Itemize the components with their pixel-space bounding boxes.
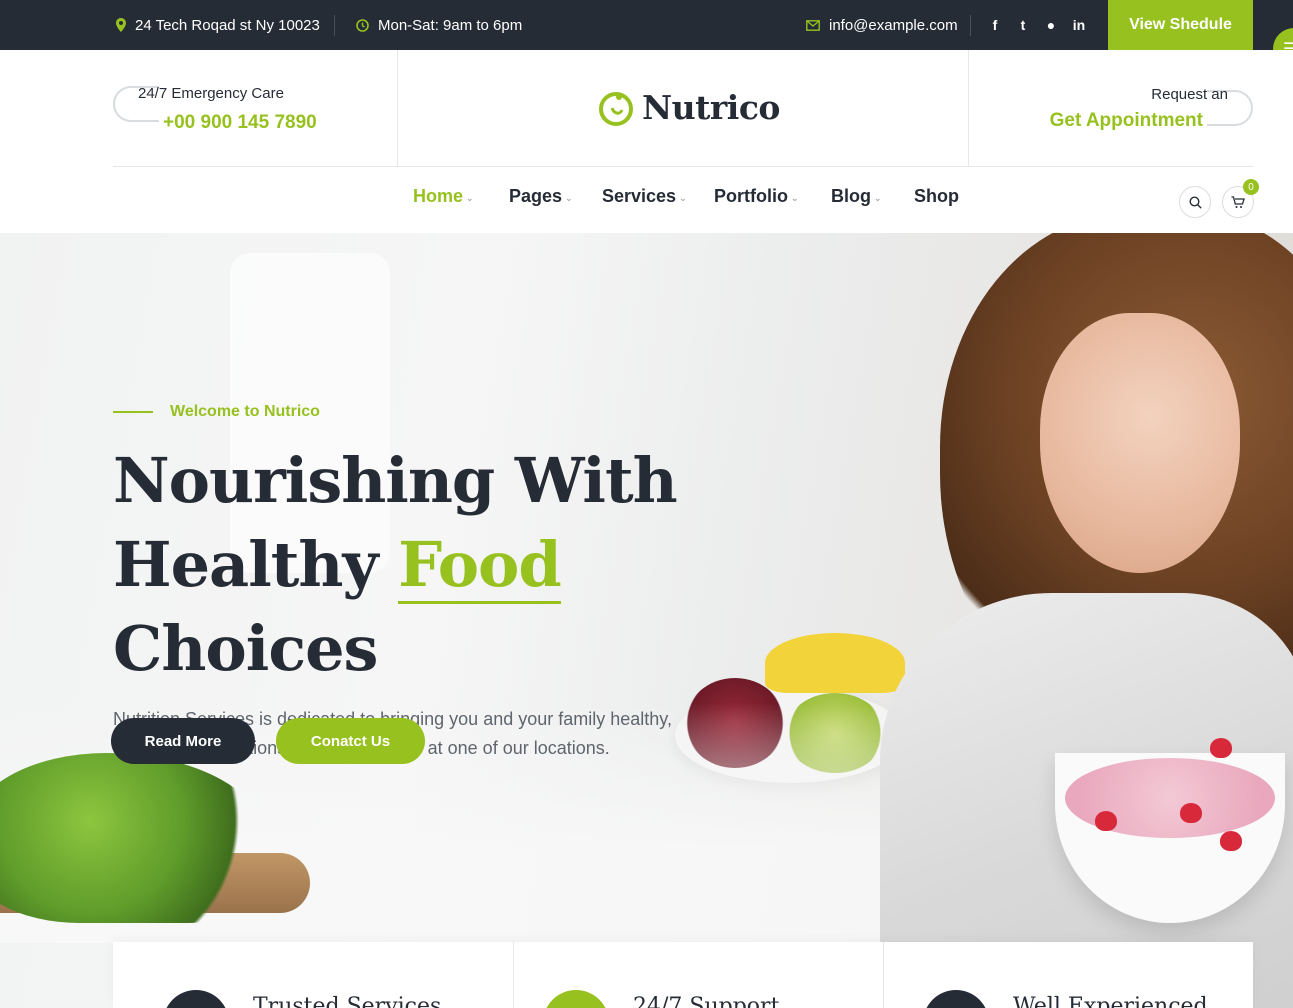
nav-item-label: Home [413,186,464,206]
address-text: 24 Tech Roqad st Ny 10023 [135,16,320,34]
read-more-button[interactable]: Read More [111,718,255,764]
kicker-text: Welcome to Nutrico [170,403,320,420]
hours-text: Mon-Sat: 9am to 6pm [378,16,523,34]
address-info: 24 Tech Roqad st Ny 10023 [116,0,320,50]
headline-pre: Healthy [113,528,399,601]
email-info[interactable]: info@example.com [806,0,958,50]
header-divider [397,50,398,166]
emergency-phone-link[interactable]: +00 900 145 7890 [163,112,317,134]
top-bar: 24 Tech Roqad st Ny 10023 Mon-Sat: 9am t… [0,0,1293,50]
feature-card-trusted: Trusted Services [113,942,513,1008]
appointment-label: Request an [1151,86,1228,103]
hero-headline: Nourishing With Healthy Food Choices [113,439,813,691]
topbar-divider [970,15,971,36]
feature-title: Well Experienced [1013,994,1208,1008]
appointment-cta[interactable]: Request an Get Appointment [1020,80,1253,140]
logo-text: Nutrico [642,88,780,127]
linkedin-icon[interactable]: in [1072,17,1086,33]
nav-item-pages[interactable]: Pages ⌄ [509,186,573,207]
headline-line-1: Nourishing With [113,444,678,517]
search-button[interactable] [1179,186,1211,218]
kicker-line [113,411,153,413]
nav-item-label: Shop [914,186,959,206]
site-logo[interactable]: Nutrico [598,88,780,127]
nav-item-label: Blog [831,186,871,206]
chevron-down-icon: ⌄ [565,192,573,203]
view-schedule-button[interactable]: View Shedule [1108,0,1253,50]
feature-icon-circle [163,990,229,1008]
envelope-icon [806,19,820,31]
feature-card-experienced: Well Experienced [883,942,1253,1008]
chevron-down-icon: ⌄ [679,192,687,203]
map-pin-icon [116,18,126,32]
headline-post: Choices [113,612,378,685]
hero-content: Welcome to Nutrico Nourishing With Healt… [111,403,813,764]
nav-item-label: Portfolio [714,186,788,206]
feature-icon-circle [543,990,609,1008]
feature-icon-circle [923,990,989,1008]
face-shape [1040,313,1240,573]
feature-cards: Trusted Services 24/7 Support Well Exper… [113,942,1253,1008]
strawberry-shape [1220,831,1242,851]
social-links: f t ● in [988,0,1086,50]
header-divider [968,50,969,166]
header-divider-horizontal [113,166,1253,167]
clock-icon [356,18,369,32]
chevron-down-icon: ⌄ [874,192,882,203]
nav-item-label: Pages [509,186,563,206]
facebook-icon[interactable]: f [988,17,1002,33]
nav-item-shop[interactable]: Shop [914,186,959,207]
chevron-down-icon: ⌄ [466,192,474,203]
feature-title: 24/7 Support [633,994,780,1008]
feature-title: Trusted Services [253,994,442,1008]
woman-eating-photo [880,233,1293,1008]
nav-item-services[interactable]: Services ⌄ [602,186,687,207]
strawberry-shape [1210,738,1232,758]
flickr-icon[interactable]: ● [1044,17,1058,33]
topbar-divider [334,15,335,36]
hero-kicker: Welcome to Nutrico [113,403,813,421]
twitter-icon[interactable]: t [1016,17,1030,33]
main-nav: Home ⌄ Pages ⌄ Services ⌄ Portfolio ⌄ Blog ⌄ … [0,186,1293,216]
hero-section: Welcome to Nutrico Nourishing With Healt… [0,233,1293,1008]
emergency-label: 24/7 Emergency Care [138,85,284,102]
get-appointment-link[interactable]: Get Appointment [1050,110,1203,132]
site-header: 24/7 Emergency Care +00 900 145 7890 Nut… [0,50,1293,233]
cart-count-badge: 0 [1243,179,1259,195]
strawberry-shape [1095,811,1117,831]
nav-item-label: Services [602,186,677,206]
hours-info: Mon-Sat: 9am to 6pm [356,0,522,50]
feature-card-support: 24/7 Support [513,942,883,1008]
nav-item-blog[interactable]: Blog ⌄ [831,186,882,207]
nav-item-home[interactable]: Home ⌄ [413,186,474,207]
chevron-down-icon: ⌄ [791,192,799,203]
logo-icon [599,91,633,126]
headline-accent: Food [398,528,562,604]
contact-us-button[interactable]: Conatct Us [276,718,425,764]
search-icon [1188,195,1202,209]
cart-icon [1231,195,1245,208]
emergency-contact: 24/7 Emergency Care +00 900 145 7890 [113,80,373,140]
strawberry-shape [1180,803,1202,823]
email-link[interactable]: info@example.com [829,17,958,34]
nav-item-portfolio[interactable]: Portfolio ⌄ [714,186,799,207]
